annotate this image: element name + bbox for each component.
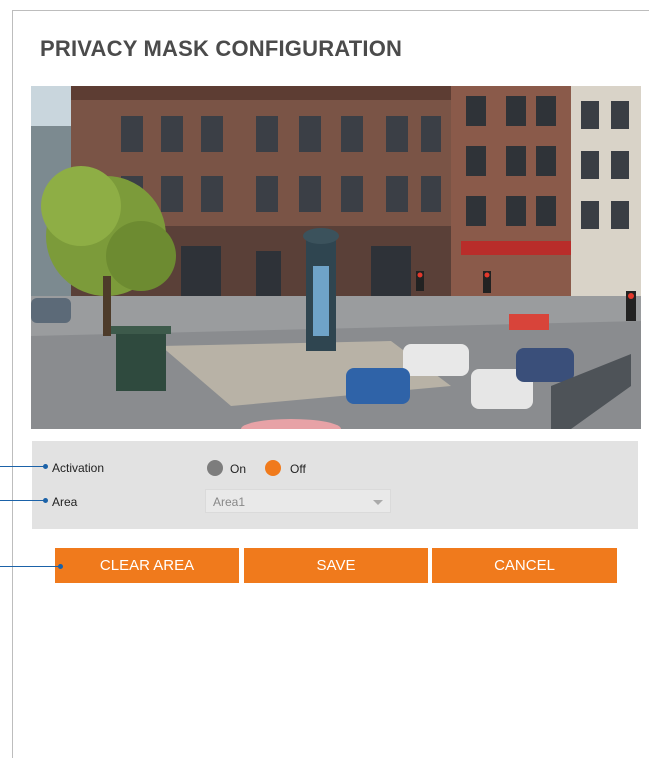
callout-line-area (0, 500, 45, 501)
street-scene-image (31, 86, 641, 429)
page-frame-top (12, 10, 649, 11)
activation-off-label[interactable]: Off (290, 462, 306, 476)
camera-video-preview[interactable] (31, 86, 641, 429)
settings-panel (32, 441, 638, 529)
cancel-button[interactable]: CANCEL (432, 548, 617, 583)
activation-off-radio[interactable] (265, 460, 281, 476)
page-frame-left (12, 10, 13, 758)
activation-on-label[interactable]: On (230, 462, 246, 476)
save-button[interactable]: SAVE (244, 548, 428, 583)
page-title: PRIVACY MASK CONFIGURATION (40, 36, 403, 61)
area-label: Area (52, 495, 78, 509)
callout-line-activation (0, 466, 45, 467)
activation-on-radio[interactable] (207, 460, 223, 476)
callout-dot-area (43, 498, 48, 503)
callout-line-clear-area (0, 566, 60, 567)
callout-dot-activation (43, 464, 48, 469)
callout-dot-clear-area (58, 564, 63, 569)
area-select-value: Area1 (213, 495, 246, 509)
activation-label: Activation (52, 461, 105, 475)
chevron-down-icon (373, 500, 383, 505)
clear-area-button[interactable]: CLEAR AREA (55, 548, 239, 583)
area-select[interactable]: Area1 (205, 489, 391, 513)
